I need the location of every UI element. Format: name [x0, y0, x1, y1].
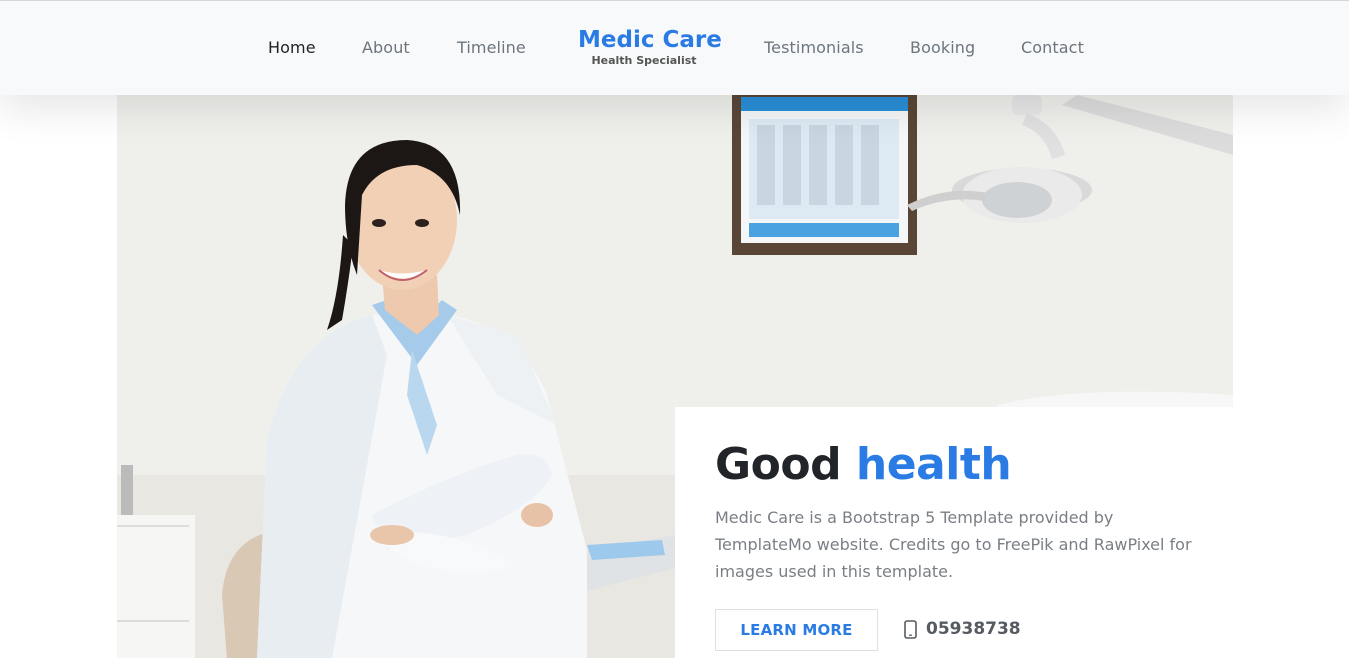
nav-home[interactable]: Home — [268, 38, 316, 57]
hero-description: Medic Care is a Bootstrap 5 Template pro… — [715, 508, 1192, 581]
learn-more-button[interactable]: LEARN MORE — [715, 609, 878, 651]
phone-link[interactable]: 05938738 — [904, 619, 1021, 639]
brand-title: Medic Care — [578, 27, 722, 53]
nav-about[interactable]: About — [362, 38, 410, 57]
nav-timeline[interactable]: Timeline — [457, 38, 526, 57]
phone-icon — [904, 619, 917, 639]
headline-accent: health — [855, 439, 1012, 490]
nav-contact[interactable]: Contact — [1021, 38, 1084, 57]
wall-poster — [732, 95, 917, 255]
phone-number: 05938738 — [926, 619, 1021, 639]
hero-caption-card: Good health Medic Care is a Bootstrap 5 … — [675, 407, 1233, 658]
nav-testimonials[interactable]: Testimonials — [764, 38, 864, 57]
navbar: Home About Timeline Medic Care Health Sp… — [0, 0, 1349, 95]
brand-logo[interactable]: Medic Care Health Specialist — [578, 26, 722, 68]
headline-start: Good — [715, 439, 856, 490]
brand-subtitle: Health Specialist — [591, 54, 697, 67]
hero-headline: Good health — [715, 437, 1012, 493]
nav-booking[interactable]: Booking — [910, 38, 975, 57]
